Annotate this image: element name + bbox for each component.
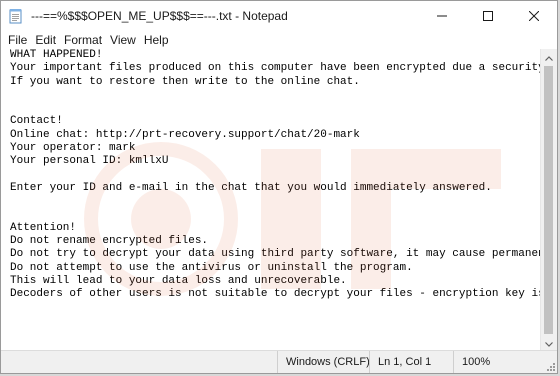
maximize-icon xyxy=(483,11,493,21)
text-line: Do not rename encrypted files. xyxy=(10,235,209,248)
menu-format[interactable]: Format xyxy=(61,31,105,49)
text-line: Your operator: mark xyxy=(10,142,136,155)
text-editor[interactable]: WHAT HAPPENED! Your important files prod… xyxy=(1,49,541,351)
text-line: Your important files produced on this co… xyxy=(10,62,541,75)
text-line xyxy=(1,169,541,182)
window-title: ---==%$$$OPEN_ME_UP$$$==---.txt - Notepa… xyxy=(31,9,288,23)
text-line: Online chat: http://prt-recovery.support… xyxy=(10,128,360,141)
status-cursor-position: Ln 1, Col 1 xyxy=(369,351,453,373)
menu-help[interactable]: Help xyxy=(141,31,172,49)
close-button[interactable] xyxy=(511,1,557,31)
text-line xyxy=(1,209,541,222)
scroll-down-button[interactable] xyxy=(541,335,557,351)
vertical-scrollbar[interactable] xyxy=(540,49,557,351)
window-controls xyxy=(419,1,557,31)
scroll-up-button[interactable] xyxy=(541,49,557,65)
menu-bar: File Edit Format View Help xyxy=(1,31,557,49)
menu-file[interactable]: File xyxy=(5,31,30,49)
text-line: Decoders of other users is not suitable … xyxy=(10,288,541,301)
chevron-up-icon xyxy=(545,48,553,66)
text-line: Contact! xyxy=(10,115,63,128)
text-line: This will lead to your data loss and unr… xyxy=(10,275,347,288)
text-line: Your personal ID: kmllxU xyxy=(10,155,169,168)
notepad-window: ---==%$$$OPEN_ME_UP$$$==---.txt - Notepa… xyxy=(0,0,558,374)
text-line: Enter your ID and e-mail in the chat tha… xyxy=(10,181,492,194)
scroll-thumb[interactable] xyxy=(544,66,553,334)
text-line: Attention! xyxy=(10,221,77,234)
text-line: Do not try to decrypt your data using th… xyxy=(10,248,541,261)
close-icon xyxy=(529,11,539,21)
minimize-button[interactable] xyxy=(419,1,465,31)
text-line: WHAT HAPPENED! xyxy=(10,49,103,61)
notepad-icon xyxy=(9,8,23,24)
minimize-icon xyxy=(437,11,447,21)
text-line: If you want to restore then write to the… xyxy=(10,75,360,88)
resize-grip-icon[interactable] xyxy=(545,361,555,371)
status-zoom: 100% xyxy=(453,351,543,373)
status-bar: Windows (CRLF) Ln 1, Col 1 100% xyxy=(1,350,557,373)
menu-view[interactable]: View xyxy=(107,31,139,49)
text-line xyxy=(1,195,541,208)
text-line: Do not attempt to use the antivirus or u… xyxy=(10,261,413,274)
title-bar[interactable]: ---==%$$$OPEN_ME_UP$$$==---.txt - Notepa… xyxy=(1,1,557,31)
text-line xyxy=(1,102,541,115)
status-line-ending: Windows (CRLF) xyxy=(277,351,370,373)
maximize-button[interactable] xyxy=(465,1,511,31)
text-line xyxy=(1,89,541,102)
menu-edit[interactable]: Edit xyxy=(32,31,59,49)
